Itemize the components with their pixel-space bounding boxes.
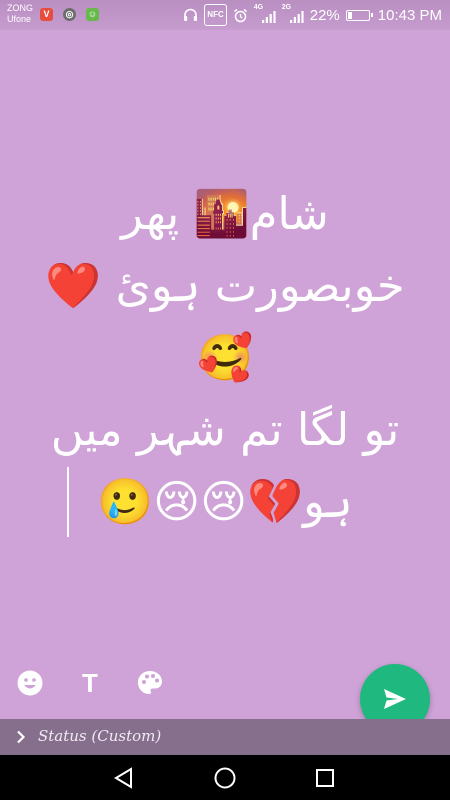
vidmate-notification-icon: V bbox=[40, 8, 53, 21]
status-text-line-2: خوبصورت ہوئ ❤️ bbox=[45, 259, 405, 312]
network-4g-label: 4G bbox=[253, 4, 264, 11]
android-notification-icon: ☺ bbox=[86, 8, 99, 21]
status-privacy-label: Status (Custom) bbox=[38, 727, 162, 745]
palette-icon bbox=[138, 671, 162, 694]
chevron-right-icon bbox=[17, 730, 26, 744]
battery-percentage: 22% bbox=[309, 6, 340, 24]
home-button[interactable] bbox=[211, 765, 239, 791]
carrier-info: ZONG Ufone bbox=[7, 3, 33, 25]
signal-4g-icon: 4G bbox=[253, 4, 276, 24]
home-icon bbox=[214, 767, 236, 789]
battery-icon bbox=[345, 9, 373, 21]
status-text-line-3: 🥰 bbox=[196, 331, 254, 384]
status-text-canvas[interactable]: شام🌇 پھر خوبصورت ہوئ ❤️ 🥰 تو لگا تم شہر … bbox=[18, 178, 432, 538]
alarm-icon bbox=[233, 6, 248, 24]
app-notification-icon: ◎ bbox=[63, 8, 76, 21]
carrier-secondary: Ufone bbox=[7, 14, 32, 24]
network-2g-label: 2G bbox=[281, 4, 292, 11]
battery-fill bbox=[347, 11, 352, 19]
signal-2g-icon: 2G bbox=[281, 4, 304, 24]
status-text-line-4: تو لگا تم شہر میں bbox=[50, 403, 400, 456]
clock: 10:43 PM bbox=[377, 6, 442, 24]
nfc-icon: NFC bbox=[204, 4, 227, 26]
carrier-primary: ZONG bbox=[7, 3, 33, 13]
back-button[interactable] bbox=[110, 765, 138, 791]
recents-icon bbox=[316, 769, 334, 787]
recents-button[interactable] bbox=[311, 765, 339, 791]
status-text-line-1: شام🌇 پھر bbox=[121, 187, 329, 240]
text-cursor bbox=[67, 467, 69, 537]
status-bar: ZONG Ufone V ◎ ☺ NFC 4G 2G 22% 10:43 PM bbox=[0, 0, 450, 30]
send-icon bbox=[384, 689, 406, 709]
color-palette-button[interactable] bbox=[133, 666, 167, 700]
back-icon bbox=[114, 767, 132, 789]
text-style-button[interactable]: T bbox=[73, 666, 107, 700]
emoji-icon bbox=[17, 670, 43, 696]
status-text-line-5: ہو💔😢😢🥲 bbox=[97, 475, 353, 528]
status-privacy-bar[interactable]: Status (Custom) bbox=[0, 719, 450, 755]
headphones-icon bbox=[183, 6, 198, 24]
system-icons: NFC 4G 2G 22% 10:43 PM bbox=[183, 4, 442, 26]
navigation-bar bbox=[0, 755, 450, 800]
emoji-button[interactable] bbox=[13, 666, 47, 700]
text-icon: T bbox=[82, 667, 98, 698]
